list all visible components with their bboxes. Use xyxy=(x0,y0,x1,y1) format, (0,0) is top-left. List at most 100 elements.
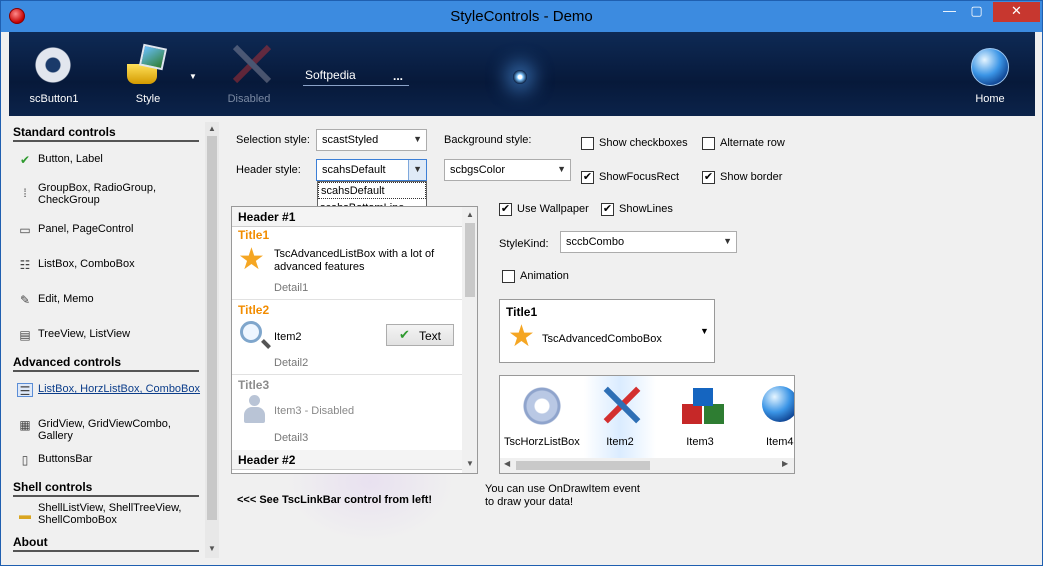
horz-item-label: TscHorzListBox xyxy=(504,436,580,448)
sidebar-item-listbox[interactable]: ☷ ListBox, ComboBox xyxy=(17,256,203,276)
chevron-down-icon: ▼ xyxy=(557,164,566,174)
checkbox-label: Animation xyxy=(520,270,569,282)
item-title: Title2 xyxy=(238,303,270,317)
ellipsis-button[interactable]: ... xyxy=(393,69,403,83)
window-title: StyleControls - Demo xyxy=(450,8,593,25)
maximize-button[interactable]: ▢ xyxy=(963,2,990,22)
check-icon: ✔ xyxy=(601,203,614,216)
section-about[interactable]: About xyxy=(13,535,199,552)
horz-listbox[interactable]: TscHorzListBox Item2 Item3 Item4 ◀ ▶ xyxy=(499,375,795,474)
sidebar-item-shell[interactable]: ▬ ShellListView, ShellTreeView, ShellCom… xyxy=(17,500,203,528)
listbox-scrollbar[interactable]: ▲ ▼ xyxy=(462,207,477,473)
background-style-combo[interactable]: scbgsColor ▼ xyxy=(444,159,571,181)
disabled-button: Disabled xyxy=(215,32,283,116)
checkbox-label: Show border xyxy=(720,171,783,183)
listbox-icon: ☷ xyxy=(19,258,31,272)
advanced-listbox[interactable]: Header #1 Title1 ★ TscAdvancedListBox wi… xyxy=(231,206,478,474)
combo-title: Title1 xyxy=(506,305,538,319)
check-icon: ✔ xyxy=(19,153,31,167)
folder-icon: ▬ xyxy=(19,508,31,522)
horz-item[interactable]: Item2 xyxy=(584,376,656,458)
scroll-down-icon[interactable]: ▼ xyxy=(462,459,477,468)
horz-item[interactable]: Item4 xyxy=(744,376,794,458)
sidebar-item-label: ListBox, ComboBox xyxy=(38,258,135,270)
scroll-right-icon[interactable]: ▶ xyxy=(782,459,788,468)
item-title: Title3 xyxy=(238,378,270,392)
header-style-value: scahsDefault xyxy=(322,164,386,176)
chevron-down-icon: ▼ xyxy=(413,134,422,144)
gear-icon xyxy=(522,386,562,426)
checkbox-label: Use Wallpaper xyxy=(517,203,589,215)
sidebar-item-buttonsbar[interactable]: ▯ ButtonsBar xyxy=(17,451,203,471)
check-icon: ✔ xyxy=(499,203,512,216)
main-panel: Selection style: scastStyled ▼ Header st… xyxy=(225,122,1035,558)
minimize-button[interactable]: — xyxy=(936,2,963,22)
checkbox-label: ShowFocusRect xyxy=(599,171,680,183)
scroll-thumb[interactable] xyxy=(465,223,475,297)
sidebar-item-panel[interactable]: ▭ Panel, PageControl xyxy=(17,221,203,241)
horz-scrollbar[interactable]: ◀ ▶ xyxy=(500,458,794,473)
ondrawitem-hint: You can use OnDrawItem event to draw you… xyxy=(485,483,640,508)
sidebar-item-horzlistbox[interactable]: ☰ ListBox, HorzListBox, ComboBox xyxy=(17,381,203,401)
section-shell-controls: Shell controls xyxy=(13,480,199,497)
home-button[interactable]: Home xyxy=(959,32,1021,116)
close-button[interactable]: ✕ xyxy=(993,2,1040,22)
list-icon: ☰ xyxy=(17,383,33,398)
sidebar-scrollbar[interactable]: ▲ ▼ xyxy=(205,122,219,558)
style-dropdown-arrow-icon[interactable]: ▼ xyxy=(189,72,197,81)
horz-item[interactable]: Item3 xyxy=(664,376,736,458)
sidebar-item-groupbox[interactable]: ⁞ GroupBox, RadioGroup, CheckGroup xyxy=(17,180,203,208)
scroll-thumb[interactable] xyxy=(207,136,217,520)
header-style-combo[interactable]: scahsDefault ▼ xyxy=(316,159,427,181)
scroll-up-icon[interactable]: ▲ xyxy=(205,124,219,133)
style-button[interactable]: Style xyxy=(109,32,187,116)
section-advanced-controls: Advanced controls xyxy=(13,355,199,372)
magnifier-icon xyxy=(240,321,262,343)
toolbar-edit-field[interactable]: Softpedia ... xyxy=(303,68,409,86)
sidebar: Standard controls ✔ Button, Label ⁞ Grou… xyxy=(9,122,219,558)
scroll-up-icon[interactable]: ▲ xyxy=(462,210,477,219)
gear-icon xyxy=(31,43,75,87)
scbutton1-button[interactable]: scButton1 xyxy=(9,32,99,116)
style-kind-combo[interactable]: sccbCombo ▼ xyxy=(560,231,737,253)
selection-style-value: scastStyled xyxy=(322,134,379,146)
scroll-thumb[interactable] xyxy=(516,461,650,470)
user-icon xyxy=(242,395,266,425)
item-text: TscAdvancedListBox with a lot of advance… xyxy=(274,248,435,273)
sidebar-item-button-label[interactable]: ✔ Button, Label xyxy=(17,151,203,171)
sidebar-item-label: Edit, Memo xyxy=(38,293,94,305)
combo-text: TscAdvancedComboBox xyxy=(542,333,662,345)
horz-item-label: Item3 xyxy=(686,436,714,448)
chevron-down-icon: ▼ xyxy=(723,236,732,246)
sidebar-item-edit[interactable]: ✎ Edit, Memo xyxy=(17,291,203,311)
globe-icon xyxy=(971,48,1009,86)
scroll-left-icon[interactable]: ◀ xyxy=(504,459,510,468)
item-detail: Detail3 xyxy=(274,432,309,444)
horz-item[interactable]: TscHorzListBox xyxy=(504,376,580,458)
item-text: Item3 - Disabled xyxy=(274,405,355,417)
sidebar-item-treeview[interactable]: ▤ TreeView, ListView xyxy=(17,326,203,346)
listbox-header: Header #2 xyxy=(232,450,462,470)
advanced-combobox[interactable]: Title1 ★ TscAdvancedComboBox ▼ xyxy=(499,299,715,363)
sidebar-item-gridview[interactable]: ▦ GridView, GridViewCombo, Gallery xyxy=(17,416,203,442)
style-kind-value: sccbCombo xyxy=(566,236,625,248)
sidebar-item-label: ButtonsBar xyxy=(38,453,93,465)
sidebar-item-label: Button, Label xyxy=(38,153,103,165)
edit-icon: ✎ xyxy=(19,293,31,307)
dropdown-option[interactable]: scahsDefault xyxy=(318,182,426,199)
toolbar: scButton1 Style ▼ Disabled Softpedia ...… xyxy=(9,32,1035,116)
checkbox-label: ShowLines xyxy=(619,203,673,215)
selection-style-label: Selection style: xyxy=(236,134,310,146)
text-button[interactable]: ✔ Text xyxy=(386,324,454,346)
chevron-down-icon: ▼ xyxy=(700,326,709,336)
sidebar-item-label: ListBox, HorzListBox, ComboBox xyxy=(38,383,201,395)
checkbox-label: Show checkboxes xyxy=(599,137,688,149)
scroll-down-icon[interactable]: ▼ xyxy=(205,544,219,553)
selection-style-combo[interactable]: scastStyled ▼ xyxy=(316,129,427,151)
check-icon: ✔ xyxy=(581,171,594,184)
groupbox-icon: ⁞ xyxy=(23,186,27,200)
tools-icon xyxy=(229,42,273,86)
home-label: Home xyxy=(975,93,1005,105)
panel-icon: ▭ xyxy=(19,223,31,237)
tools-icon xyxy=(602,384,642,428)
